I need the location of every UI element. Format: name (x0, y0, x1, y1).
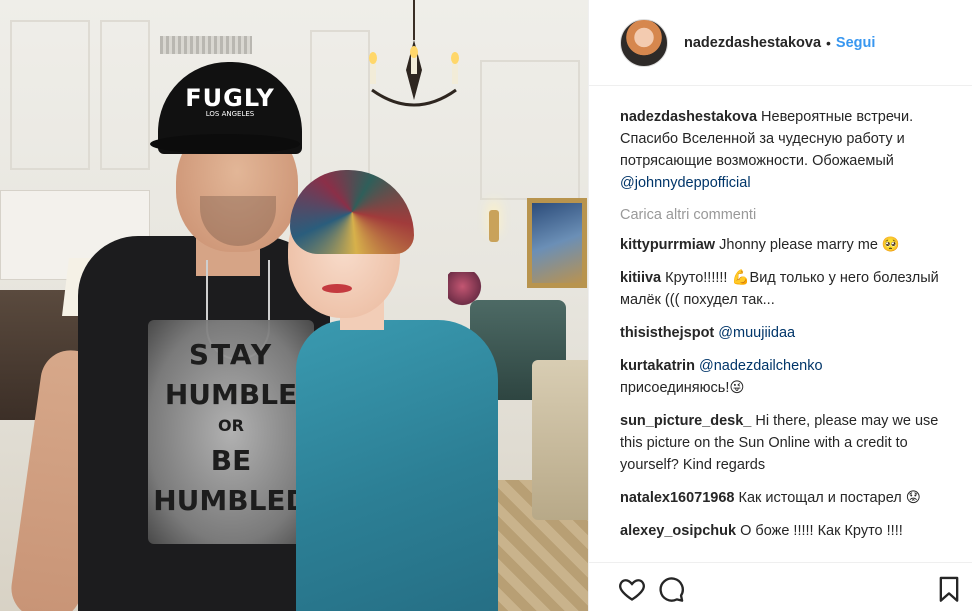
wall-panel (100, 20, 150, 170)
caption: nadezdashestakova Невероятные встречи. С… (620, 106, 956, 194)
comment-username[interactable]: kittypurrmiaw (620, 237, 715, 253)
comment: alexey_osipchuk О боже !!!!! Как Круто !… (620, 520, 956, 542)
caption-username[interactable]: nadezdashestakova (620, 109, 757, 125)
header-username[interactable]: nadezdashestakova (684, 35, 821, 51)
wall-sconce (489, 210, 499, 242)
woman-lips (322, 284, 352, 293)
comment-username[interactable]: kurtakatrin (620, 358, 695, 374)
follow-button[interactable]: Segui (836, 35, 875, 51)
comment-username[interactable]: natalex16071968 (620, 490, 735, 506)
ceiling-vent (160, 36, 252, 54)
wall-painting (527, 198, 587, 288)
caption-mention[interactable]: @johnnydeppofficial (620, 175, 751, 191)
comment-mention[interactable]: @muujiidaa (718, 325, 795, 341)
heart-icon[interactable] (618, 575, 646, 603)
shirt-text-line: BE (210, 444, 252, 477)
load-more-comments-button[interactable]: Carica altri commenti (620, 207, 956, 223)
woman-headscarf (290, 170, 414, 254)
bookmark-icon[interactable] (935, 575, 963, 603)
comment-text: Круто!!!!!! 💪Вид только у него болезлый … (620, 270, 939, 308)
comment: kittypurrmiaw Jhonny please marry me 🥺 (620, 234, 956, 256)
wall-panel (310, 30, 370, 190)
woman-dress (296, 320, 498, 611)
shirt-text-line: STAY (188, 338, 274, 371)
comments-list: nadezdashestakova Невероятные встречи. С… (620, 106, 956, 553)
instagram-post: FUGLY LOS ANGELES STAY HUMBLE OR BE HUMB… (0, 0, 972, 611)
post-sidebar: nadezdashestakova • Segui nadezdashestak… (588, 0, 972, 611)
comment: kurtakatrin @nadezdailchenko присоединяю… (620, 355, 956, 399)
post-header: nadezdashestakova • Segui (589, 0, 972, 86)
comment-username[interactable]: sun_picture_desk_ (620, 413, 751, 429)
wall-panel (10, 20, 90, 170)
comment: kitiiva Круто!!!!!! 💪Вид только у него б… (620, 267, 956, 311)
shirt-text-line: OR (218, 416, 244, 435)
chandelier (369, 0, 459, 107)
post-photo[interactable]: FUGLY LOS ANGELES STAY HUMBLE OR BE HUMB… (0, 0, 588, 611)
separator-dot: • (826, 34, 831, 51)
comment-username[interactable]: alexey_osipchuk (620, 523, 736, 539)
wall-panel (480, 60, 580, 200)
comment: natalex16071968 Как истощал и постарел 😟 (620, 487, 956, 509)
comment-icon[interactable] (657, 575, 685, 603)
comment-text: присоединяюсь!😜 (620, 380, 745, 396)
sofa (532, 360, 588, 520)
comment-text: О боже !!!!! Как Круто !!!! (740, 523, 903, 539)
avatar[interactable] (620, 18, 668, 67)
comment-text: Jhonny please marry me 🥺 (719, 237, 900, 253)
shirt-text-line: HUMBLED (153, 484, 309, 517)
action-bar (589, 562, 972, 611)
comment-text: Как истощал и постарел 😟 (738, 490, 921, 506)
comment: sun_picture_desk_ Hi there, please may w… (620, 410, 956, 476)
cap-subprint: LOS ANGELES (205, 110, 255, 118)
cap-print: FUGLY (185, 84, 275, 112)
comment: thisisthejspot @muujiidaa (620, 322, 956, 344)
cap-brim (150, 134, 300, 154)
comment-username[interactable]: kitiiva (620, 270, 661, 286)
comment-username[interactable]: thisisthejspot (620, 325, 714, 341)
comment-mention[interactable]: @nadezdailchenko (699, 358, 823, 374)
shirt-text-line: HUMBLE (164, 378, 298, 411)
